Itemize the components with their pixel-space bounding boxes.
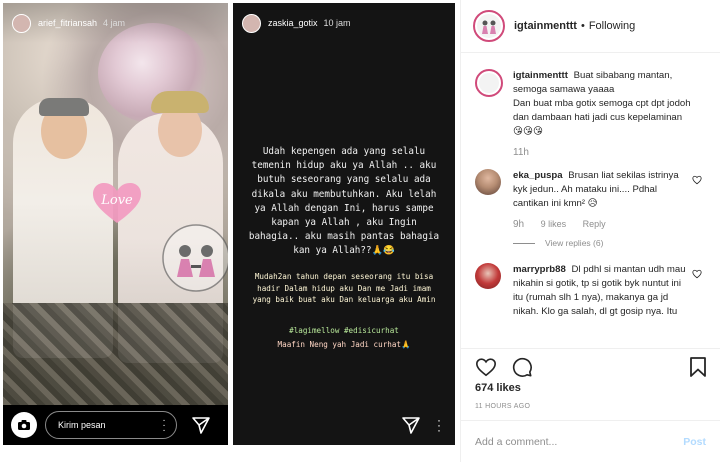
comments-list[interactable]: igtainmenttt Buat sibabang mantan, semog… [461,60,720,348]
camera-icon [18,420,30,430]
post-panel: igtainmenttt • Following igtainmenttt Bu… [460,0,720,462]
view-replies-label: View replies (6) [545,238,604,248]
story-main-text: Udah kepengen ada yang selalu temenin hi… [248,146,440,257]
story-reply-bar: Kirim pesan · · · [3,405,228,445]
story-right-header: zaskia_gotix 10 jam [233,3,455,43]
bride-crown [151,91,209,113]
avatar[interactable] [475,69,503,97]
reply-button[interactable]: Reply [583,219,606,229]
groom-headpiece [39,98,89,116]
comment-time: 9h [513,219,525,230]
following-button[interactable]: Following [589,20,635,32]
add-comment-bar: Add a comment... Post [461,420,720,462]
caption-meta: 11h [513,147,692,158]
story-right[interactable]: zaskia_gotix 10 jam Udah kepengen ada ya… [233,3,455,445]
caption-text: igtainmenttt Buat sibabang mantan, semog… [513,69,692,139]
message-placeholder: Kirim pesan [58,420,106,430]
post-header: igtainmenttt • Following [461,0,720,53]
bookmark-icon[interactable] [688,356,708,378]
avatar[interactable] [473,10,505,42]
more-options-icon[interactable]: · · · [437,414,441,436]
post-username[interactable]: igtainmenttt [514,20,577,32]
story-time: 10 jam [323,18,351,28]
comment-text: eka_puspa Brusan liat sekilas istrinya k… [513,169,692,211]
media-area: Love arief_fitriansah 4 jam Kirim pesan … [0,0,459,462]
view-replies[interactable]: View replies (6) [513,238,692,248]
post-button[interactable]: Post [683,436,706,448]
message-input[interactable]: Kirim pesan · · · [45,411,177,439]
logo-icon [479,73,499,93]
comment-meta: 9h 9 likes Reply [513,219,692,230]
comment-icon[interactable] [511,356,533,378]
story-sub-text: Mudah2an tahun depan seseorang itu bisa … [252,272,436,304]
caption: igtainmenttt Buat sibabang mantan, semog… [461,69,720,158]
camera-button[interactable] [11,412,37,438]
logo-icon [477,14,501,38]
comment-username[interactable]: igtainmenttt [513,70,568,81]
story-left-header: arief_fitriansah 4 jam [3,3,228,43]
post-time-ago: 11 HOURS AGO [475,403,531,410]
comment: marryprb88 Dl pdhl si mantan udh mau nik… [461,263,720,319]
love-sticker: Love [91,181,143,225]
story-username[interactable]: arief_fitriansah [38,18,97,28]
like-heart-icon[interactable] [475,356,497,378]
send-icon[interactable] [191,415,211,435]
comment-text: marryprb88 Dl pdhl si mantan udh mau nik… [513,263,692,319]
story-closing-text: Maafin Neng yah Jadi curhat🙏 [277,340,411,349]
comment: eka_puspa Brusan liat sekilas istrinya k… [461,169,720,248]
like-heart-icon[interactable] [692,175,702,185]
likes-count[interactable]: 674 likes [475,382,521,394]
story-username[interactable]: zaskia_gotix [268,18,318,28]
avatar[interactable] [242,13,261,33]
view-replies-line [513,242,535,244]
avatar[interactable] [475,263,501,289]
story-right-bottom: · · · [233,405,455,445]
love-sticker-text: Love [101,193,133,208]
batik-cloth [3,303,228,413]
more-options-icon[interactable]: · · · [162,416,166,436]
watermark-logo [161,223,228,293]
comment-likes[interactable]: 9 likes [541,219,567,229]
story-hashtags: #lagimellow #edisicurhat [289,326,399,335]
post-actions [461,348,720,384]
story-left[interactable]: Love arief_fitriansah 4 jam Kirim pesan … [3,3,228,445]
like-heart-icon[interactable] [692,269,702,279]
add-comment-input[interactable]: Add a comment... [475,436,683,448]
separator-dot: • [580,20,585,32]
story-time: 4 jam [103,18,126,28]
comment-username[interactable]: eka_puspa [513,170,563,181]
avatar[interactable] [475,169,501,195]
comment-time: 11h [513,147,529,158]
avatar[interactable] [12,13,31,33]
comment-username[interactable]: marryprb88 [513,264,566,275]
send-icon[interactable] [401,415,421,435]
